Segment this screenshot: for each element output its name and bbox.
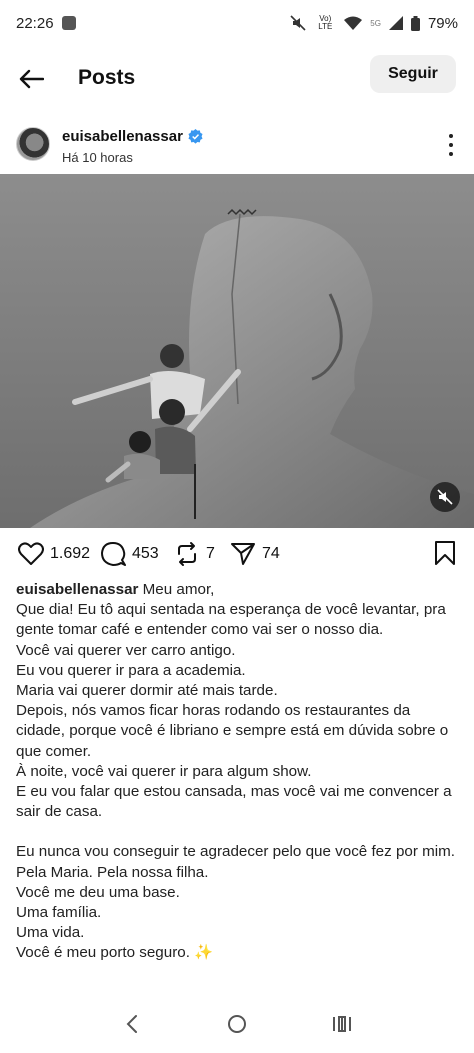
lte-status: Vo) LTE xyxy=(318,14,333,31)
bookmark-icon xyxy=(435,541,455,565)
share-count: 74 xyxy=(262,545,280,562)
post-username[interactable]: euisabellenassar xyxy=(62,128,183,145)
caption-line: Você é meu porto seguro. ✨ xyxy=(16,944,214,962)
send-icon xyxy=(231,543,255,565)
repost-count: 7 xyxy=(206,545,215,562)
repost-icon xyxy=(178,542,196,566)
caption-line: Maria vai querer dormir até mais tarde. xyxy=(16,682,278,700)
caption-username[interactable]: euisabellenassar xyxy=(16,581,138,598)
gallery-notification-icon xyxy=(61,16,76,30)
caption-line: Que dia! Eu tô aqui sentada na esperança… xyxy=(16,601,450,639)
caption-line xyxy=(16,822,460,842)
recents-icon xyxy=(332,1016,351,1032)
comment-count: 453 xyxy=(132,545,159,562)
post-caption: euisabellenassar Meu amor, Que dia! Eu t… xyxy=(16,580,460,964)
signal-label: 5G xyxy=(370,18,381,28)
home-circle-icon xyxy=(227,1015,246,1033)
status-left: 22:26 xyxy=(16,15,76,32)
post-timestamp: Há 10 horas xyxy=(62,150,133,165)
repost-button[interactable]: 7 xyxy=(174,538,215,570)
chevron-left-icon xyxy=(126,1015,138,1033)
caption-line: À noite, você vai querer ir para algum s… xyxy=(16,762,312,780)
caption-line: Eu nunca vou conseguir te agradecer pelo… xyxy=(16,843,456,861)
sound-off-icon xyxy=(437,489,453,505)
comment-button[interactable]: 453 xyxy=(100,538,159,570)
heart-icon xyxy=(18,542,44,565)
system-nav-bar xyxy=(0,995,474,1053)
status-time: 22:26 xyxy=(16,14,54,32)
post-actions: 1.692 453 7 74 xyxy=(0,538,474,570)
caption-line: E eu vou falar que estou cansada, mas vo… xyxy=(16,783,456,821)
battery-icon xyxy=(410,15,420,31)
arrow-left-icon xyxy=(19,69,44,89)
page-title: Posts xyxy=(78,66,136,89)
post-header: euisabellenassar Há 10 horas xyxy=(0,122,474,170)
caption-line: Depois, nós vamos ficar horas rodando os… xyxy=(16,702,453,760)
status-bar: 22:26 Vo) LTE 5G 79% xyxy=(0,0,474,46)
post-image[interactable] xyxy=(0,174,474,528)
like-count: 1.692 xyxy=(50,545,91,562)
save-button[interactable] xyxy=(434,540,456,571)
mute-button[interactable] xyxy=(430,482,460,512)
caption-line: Pela Maria. Pela nossa filha. xyxy=(16,863,209,881)
username-row: euisabellenassar xyxy=(62,128,203,145)
more-vertical-icon xyxy=(449,134,453,138)
comment-icon xyxy=(101,542,126,566)
status-right: Vo) LTE 5G 79% xyxy=(290,15,458,32)
caption-text: Meu amor, xyxy=(142,581,215,598)
nav-back-button[interactable] xyxy=(114,1006,150,1042)
mute-status-icon xyxy=(290,15,306,31)
wifi-icon xyxy=(344,16,363,30)
like-button[interactable]: 1.692 xyxy=(18,538,90,570)
avatar[interactable] xyxy=(16,127,50,161)
caption-line: Você vai querer ver carro antigo. xyxy=(16,641,236,659)
caption-line: Eu vou querer ir para a academia. xyxy=(16,661,246,679)
signal-icon xyxy=(388,16,403,30)
caption-line: Uma família. xyxy=(16,904,102,922)
caption-line: Você me deu uma base. xyxy=(16,883,180,901)
follow-button[interactable]: Seguir xyxy=(370,55,456,93)
caption-first-line: euisabellenassar Meu amor, xyxy=(16,580,460,600)
caption-line: Uma vida. xyxy=(16,924,85,942)
nav-home-button[interactable] xyxy=(219,1006,255,1042)
verified-badge-icon xyxy=(188,129,203,144)
battery-percent: 79% xyxy=(427,14,458,32)
nav-recents-button[interactable] xyxy=(324,1006,360,1042)
more-options-button[interactable] xyxy=(446,134,456,156)
back-button[interactable] xyxy=(16,64,46,94)
share-button[interactable]: 74 xyxy=(230,538,280,570)
post-photo xyxy=(0,174,474,528)
header: Posts Seguir xyxy=(0,52,474,104)
